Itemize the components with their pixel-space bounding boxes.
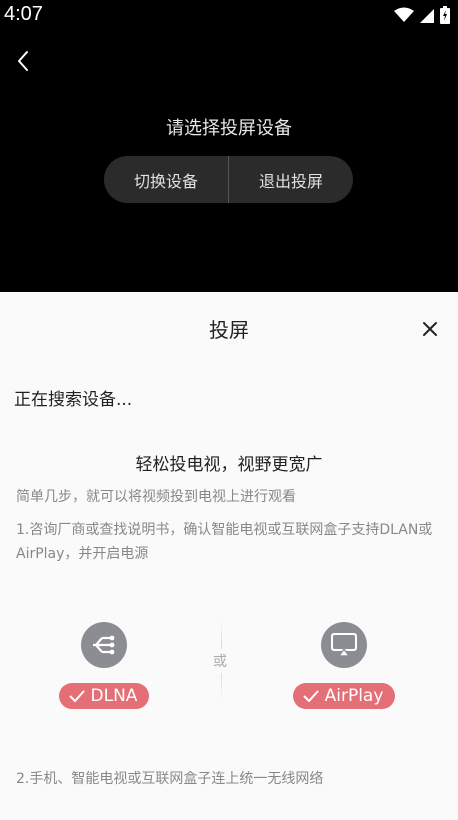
searching-status: 正在搜索设备...: [14, 390, 133, 410]
share-icon: [93, 635, 115, 655]
close-button[interactable]: [417, 316, 443, 342]
check-icon: [68, 690, 85, 702]
dlna-option: DLNA: [54, 622, 154, 709]
cast-control-pill: 切换设备 退出投屏: [104, 156, 353, 203]
dlna-label: DLNA: [90, 686, 138, 706]
back-chevron-icon: [18, 51, 28, 71]
guide-subtitle: 简单几步，就可以将视频投到电视上进行观看: [16, 489, 296, 505]
wifi-icon: [394, 7, 414, 22]
guide-step-2: 2.手机、智能电视或互联网盒子连上统一无线网络: [16, 771, 324, 787]
dlna-icon-circle: [81, 622, 127, 668]
battery-icon: [440, 6, 450, 24]
back-button[interactable]: [8, 46, 38, 76]
status-icons: [394, 6, 450, 24]
guide-headline: 轻松投电视，视野更宽广: [135, 455, 323, 475]
device-prompt: 请选择投屏设备: [166, 118, 292, 139]
or-label: 或: [213, 649, 227, 673]
switch-device-button[interactable]: 切换设备: [104, 156, 228, 203]
exit-cast-button[interactable]: 退出投屏: [229, 156, 353, 203]
airplay-icon: [331, 633, 357, 657]
airplay-badge: AirPlay: [292, 683, 396, 709]
airplay-label: AirPlay: [324, 686, 384, 706]
dlna-badge: DLNA: [58, 683, 150, 709]
status-bar: 4:07: [0, 0, 458, 30]
airplay-icon-circle: [321, 622, 367, 668]
sheet-title: 投屏: [209, 318, 249, 342]
signal-icon: [420, 9, 434, 23]
check-icon: [302, 690, 319, 702]
close-icon: [423, 322, 437, 336]
cast-sheet: 投屏 正在搜索设备... 轻松投电视，视野更宽广 简单几步，就可以将视频投到电视…: [0, 292, 458, 820]
airplay-option: AirPlay: [292, 622, 396, 709]
status-time: 4:07: [4, 3, 43, 25]
guide-step-1: 1.咨询厂商或查找说明书，确认智能电视或互联网盒子支持DLAN或AirPlay，…: [16, 522, 433, 562]
